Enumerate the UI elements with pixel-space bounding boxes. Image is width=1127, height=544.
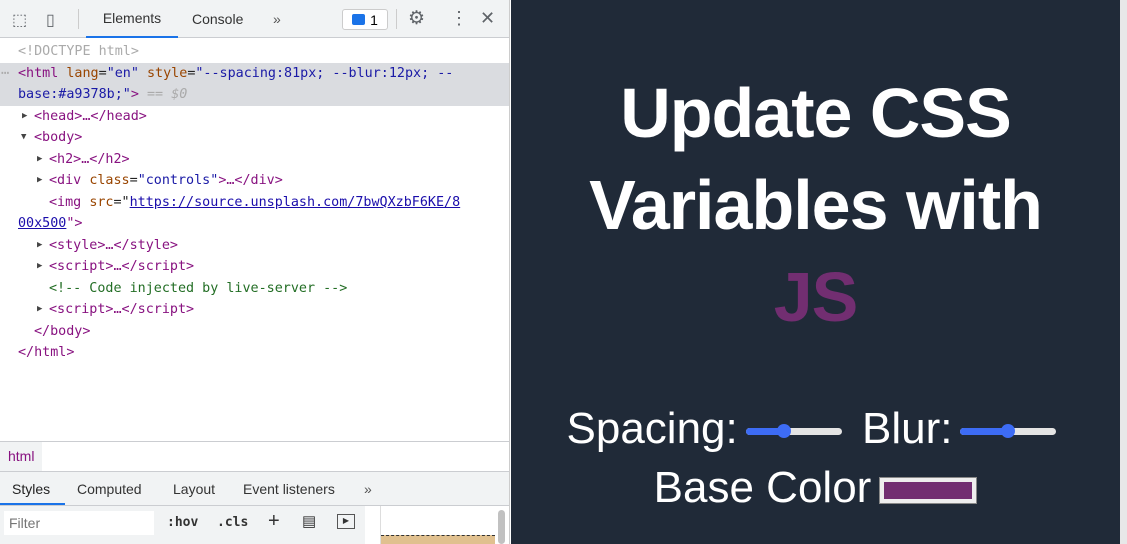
more-options-icon[interactable]: ⋮ — [450, 8, 468, 29]
dom-head[interactable]: ▶ <head>…</head> — [0, 106, 509, 128]
expand-arrow-icon[interactable]: ▶ — [37, 299, 42, 321]
dom-h2[interactable]: ▶ <h2>…</h2> — [0, 149, 509, 171]
dom-comment[interactable]: <!-- Code injected by live-server --> — [0, 278, 509, 300]
controls-row-2: Base Color — [511, 463, 1120, 513]
filter-input[interactable] — [4, 511, 154, 535]
devtools-toolbar: ⬚ ▯ Elements Console » 1 ⚙ ⋮ ✕ — [0, 0, 509, 38]
tab-elements[interactable]: Elements — [86, 0, 178, 38]
styles-tabs: Styles Computed Layout Event listeners » — [0, 472, 509, 506]
devtools-panel: ⬚ ▯ Elements Console » 1 ⚙ ⋮ ✕ <!DOCTYPE… — [0, 0, 510, 544]
tab-computed[interactable]: Computed — [77, 481, 142, 497]
box-model-preview — [380, 506, 495, 544]
settings-gear-icon[interactable]: ⚙ — [408, 7, 425, 30]
tab-layout[interactable]: Layout — [173, 481, 215, 497]
page-title: Update CSS Variables with JS — [589, 74, 1043, 336]
issues-count: 1 — [370, 11, 378, 28]
dom-img-cont[interactable]: 00x500"> — [0, 213, 509, 235]
dom-html-close[interactable]: </html> — [0, 342, 509, 364]
base-color-picker[interactable] — [879, 476, 978, 504]
blur-label: Blur: — [861, 404, 953, 453]
dom-tree: <!DOCTYPE html> ⋯ <html lang="en" style="… — [0, 41, 509, 364]
page-scrollbar[interactable] — [1120, 0, 1127, 544]
toggle-sidebar-icon[interactable]: ▶ — [337, 514, 355, 529]
tab-event-listeners[interactable]: Event listeners — [243, 481, 335, 497]
styles-filter-bar: :hov .cls + ▤ ▶ — [0, 506, 365, 544]
inspect-element-icon[interactable]: ⬚ — [12, 10, 27, 30]
cls-button[interactable]: .cls — [217, 515, 248, 530]
more-tabs-button[interactable]: » — [364, 481, 372, 497]
paint-brush-icon[interactable]: ▤ — [302, 512, 316, 530]
dom-style[interactable]: ▶ <style>…</style> — [0, 235, 509, 257]
dom-doctype[interactable]: <!DOCTYPE html> — [0, 41, 509, 63]
expand-arrow-icon[interactable]: ▶ — [37, 256, 42, 278]
hov-button[interactable]: :hov — [167, 515, 198, 530]
dom-div-controls[interactable]: ▶ <div class="controls">…</div> — [0, 170, 509, 192]
expand-arrow-icon[interactable]: ▶ — [22, 106, 27, 128]
tab-styles[interactable]: Styles — [12, 481, 50, 497]
issues-button[interactable]: 1 — [342, 9, 388, 30]
blur-slider[interactable] — [960, 423, 1057, 438]
breadcrumb: html — [0, 441, 509, 472]
expand-arrow-icon[interactable]: ▶ — [37, 235, 42, 257]
message-icon — [352, 14, 366, 25]
dom-body-close[interactable]: </body> — [0, 321, 509, 343]
base-color-label: Base Color — [653, 463, 872, 512]
new-rule-icon[interactable]: + — [268, 510, 280, 533]
tab-console[interactable]: Console — [192, 0, 243, 38]
dom-script[interactable]: ▶ <script>…</script> — [0, 256, 509, 278]
img-src-link[interactable]: https://source.unsplash.com/7bwQXzbF6KE/… — [130, 195, 461, 210]
scrollbar[interactable] — [498, 510, 505, 544]
spacing-slider[interactable] — [745, 423, 842, 438]
more-tabs-button[interactable]: » — [273, 0, 281, 38]
page-preview: Update CSS Variables with JS Spacing: Blur… — [511, 0, 1120, 544]
spacing-label: Spacing: — [566, 404, 738, 453]
dom-html-node[interactable]: ⋯ <html lang="en" style="--spacing:81px; … — [0, 62, 509, 84]
dom-script[interactable]: ▶ <script>…</script> — [0, 299, 509, 321]
expand-arrow-icon[interactable]: ▶ — [37, 170, 42, 192]
dom-body[interactable]: ▼ <body> — [0, 127, 509, 149]
device-toolbar-icon[interactable]: ▯ — [46, 10, 55, 30]
breadcrumb-html[interactable]: html — [0, 442, 43, 471]
dom-img[interactable]: <img src="https://source.unsplash.com/7b… — [0, 192, 509, 214]
collapse-arrow-icon[interactable]: ▼ — [21, 127, 26, 149]
controls-row-1: Spacing: Blur: — [511, 404, 1120, 454]
close-icon[interactable]: ✕ — [480, 8, 495, 29]
dom-html-node-cont[interactable]: base:#a9378b;"> == $0 — [0, 84, 509, 106]
expand-arrow-icon[interactable]: ▶ — [37, 149, 42, 171]
